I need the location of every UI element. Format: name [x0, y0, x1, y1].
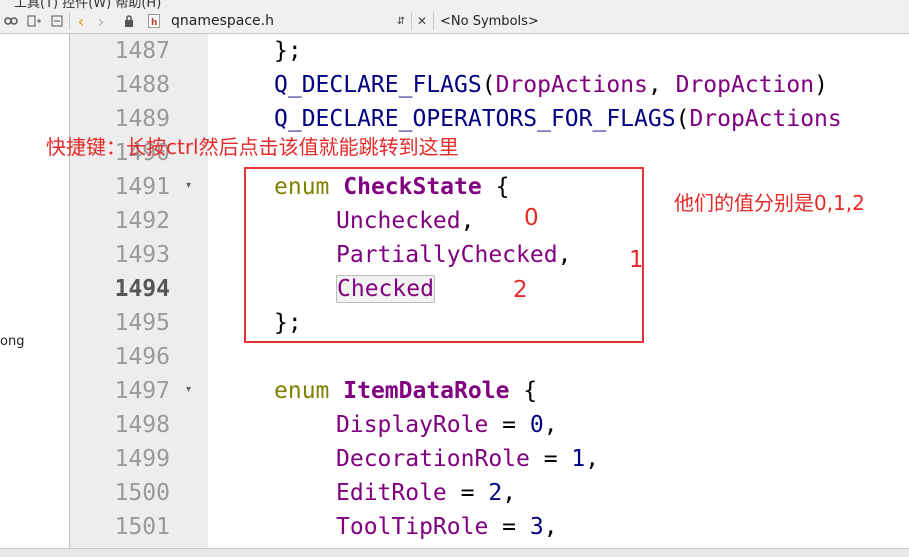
shortcut-annotation: 快捷键：长按ctrl然后点击该值就能跳转到这里 [46, 135, 459, 159]
editor-toolbar: ‹ › h qnamespace.h ⇵ ✕ <No Symbols> [0, 9, 909, 34]
close-icon[interactable]: ✕ [414, 9, 430, 33]
macro-token: Q_DECLARE_FLAGS [274, 72, 482, 98]
file-name-label[interactable]: qnamespace.h [171, 13, 274, 29]
left-sidebar: ong [0, 34, 70, 548]
forward-arrow-icon[interactable]: › [92, 9, 110, 33]
code-line: }; [274, 38, 302, 64]
line-number: 1500 [114, 480, 170, 506]
line-number: 1491 [114, 174, 170, 200]
line-number: 1497 [114, 378, 170, 404]
svg-text:h: h [151, 18, 157, 28]
line-number: 1488 [114, 72, 170, 98]
fold-marker-icon[interactable]: ▾ [186, 384, 191, 395]
code-line: Q_DECLARE_FLAGS(DropActions, DropAction) [274, 72, 828, 98]
toolbar-divider [69, 12, 70, 30]
toolbar-divider [411, 12, 412, 30]
line-number: 1487 [114, 38, 170, 64]
symbols-dropdown[interactable]: <No Symbols> [440, 14, 539, 29]
code-line: DisplayRole = 0, [336, 412, 558, 438]
menu-bar: 工具(T) 控件(W) 帮助(H) [0, 0, 909, 9]
split-add-icon[interactable] [23, 9, 45, 33]
enum-keyword: enum [274, 378, 330, 404]
line-number: 1493 [114, 242, 170, 268]
macro-token: Q_DECLARE_OPERATORS_FOR_FLAGS [274, 106, 676, 132]
code-line: enum ItemDataRole { [274, 378, 538, 404]
sidebar-partial-text: ong [0, 334, 25, 349]
line-number: 1498 [114, 412, 170, 438]
fold-marker-icon[interactable]: ▾ [186, 180, 191, 191]
code-line: ToolTipRole = 3, [336, 514, 558, 540]
values-annotation: 他们的值分别是0,1,2 [674, 191, 865, 215]
close-split-icon[interactable] [46, 9, 68, 33]
menu-bar-partial-text: 工具(T) 控件(W) 帮助(H) [14, 0, 162, 9]
value-label-1: 1 [629, 247, 644, 273]
value-label-2: 2 [513, 277, 528, 303]
lock-icon [120, 9, 138, 33]
file-dropdown-icon[interactable]: ⇵ [393, 9, 409, 33]
link-icon[interactable] [0, 9, 22, 33]
line-number: 1492 [114, 208, 170, 234]
back-arrow-icon[interactable]: ‹ [72, 9, 90, 33]
current-line-number: 1494 [114, 276, 170, 302]
line-number: 1495 [114, 310, 170, 336]
header-file-icon: h [145, 9, 163, 33]
value-label-0: 0 [524, 205, 539, 231]
line-number-gutter: 1487 1488 1489 1490 1491 ▾ 1492 1493 149… [70, 34, 208, 548]
enum-type-name: ItemDataRole [343, 378, 510, 404]
toolbar-divider [433, 12, 434, 30]
code-line: DecorationRole = 1, [336, 446, 600, 472]
line-number: 1496 [114, 344, 170, 370]
code-line: EditRole = 2, [336, 480, 517, 506]
line-number: 1501 [114, 514, 170, 540]
line-number: 1499 [114, 446, 170, 472]
annotation-highlight-box [244, 167, 644, 343]
